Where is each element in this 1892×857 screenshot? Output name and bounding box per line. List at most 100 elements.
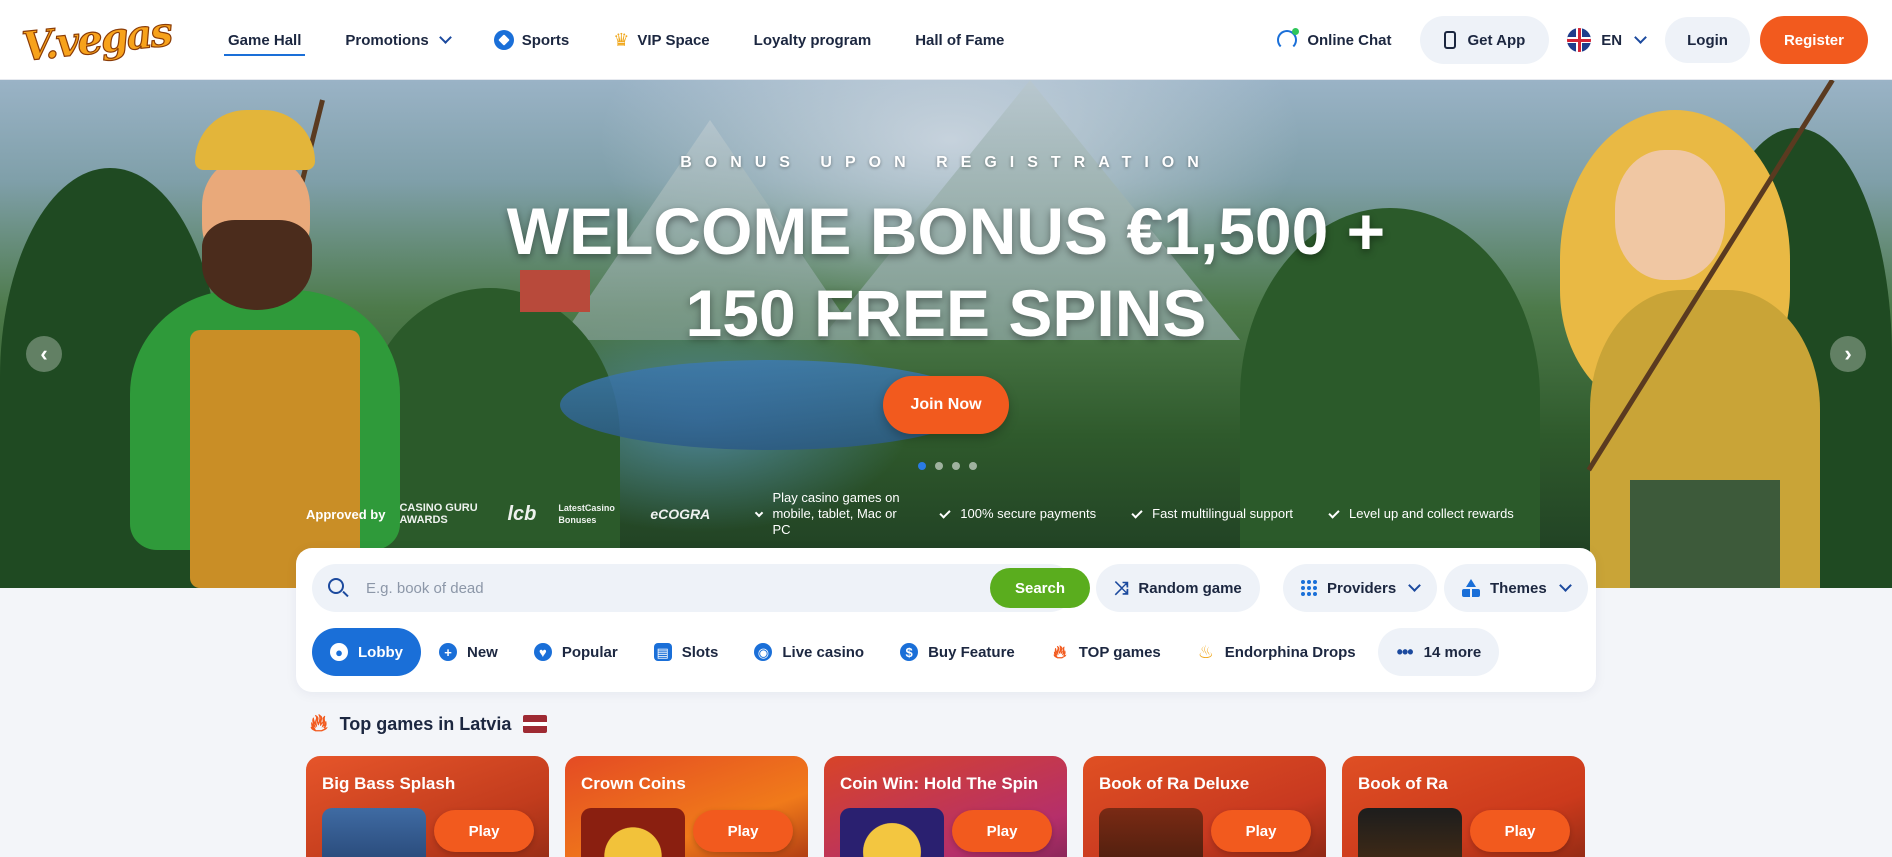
game-thumbnail[interactable] [1358, 808, 1462, 857]
play-button[interactable]: Play [1211, 810, 1311, 852]
carousel-dot[interactable] [969, 462, 977, 470]
drop-icon: ♨ [1197, 642, 1214, 662]
carousel-dot[interactable] [918, 462, 926, 470]
providers-dropdown[interactable]: Providers [1283, 564, 1438, 612]
themes-dropdown[interactable]: Themes [1444, 564, 1588, 612]
random-game-button[interactable]: ⤨ Random game [1096, 564, 1260, 612]
get-app-button[interactable]: Get App [1419, 16, 1550, 64]
feature-text: Play casino games on mobile, tablet, Mac… [772, 490, 900, 537]
phone-icon [1443, 31, 1456, 49]
feature-text: Fast multilingual support [1152, 506, 1294, 521]
join-now-button[interactable]: Join Now [883, 376, 1009, 434]
tab-label: Live casino [782, 643, 865, 661]
game-thumbnail[interactable] [840, 808, 944, 857]
top-games-heading: 🔥︎ Top games in Latvia [310, 708, 548, 740]
tab-popular[interactable]: ♥ Popular [516, 628, 636, 676]
tab-label: Buy Feature [928, 643, 1015, 661]
nav-vip-space[interactable]: ♛ VIP Space [609, 0, 713, 80]
game-title: Coin Win: Hold The Spin [840, 774, 1039, 793]
latestcasinobonuses-logo: LatestCasino Bonuses [558, 503, 615, 525]
search-button-label: Search [1014, 579, 1066, 597]
tab-slots[interactable]: ▤ Slots [636, 628, 737, 676]
ecogra-logo: eCOGRA [650, 506, 711, 522]
game-card[interactable]: Book of Ra Play [1342, 756, 1585, 857]
uk-flag-icon [1567, 28, 1592, 52]
tab-buy-feature[interactable]: $ Buy Feature [882, 628, 1033, 676]
nav-promotions-label: Promotions [345, 31, 429, 49]
nav-vip-label: VIP Space [637, 31, 710, 49]
crown-icon: ♛ [613, 29, 630, 50]
headset-icon [1277, 28, 1300, 50]
play-button[interactable]: Play [693, 810, 793, 852]
top-games-row: Big Bass Splash Play Crown Coins Play Co… [306, 756, 1585, 857]
hero-banner: BONUS UPON REGISTRATION WELCOME BONUS €1… [0, 80, 1892, 588]
flame-icon: 🔥︎ [1053, 642, 1067, 662]
game-card[interactable]: Big Bass Splash Play [306, 756, 549, 857]
tab-live-casino[interactable]: ◉ Live casino [736, 628, 882, 676]
feature-item: 100% secure payments [939, 506, 1097, 522]
language-selector[interactable]: EN [1567, 28, 1648, 52]
nav-promotions[interactable]: Promotions [341, 0, 453, 80]
game-thumbnail[interactable] [322, 808, 426, 857]
tab-endorphina-drops[interactable]: ♨ Endorphina Drops [1179, 628, 1374, 676]
search-button[interactable]: Search [990, 568, 1090, 608]
trust-badges-row: Approved by CASINO GURU AWARDS lcb Lates… [306, 490, 1514, 537]
category-tabs: ● Lobby + New ♥ Popular ▤ Slots ◉ Live c… [312, 628, 1500, 676]
register-button[interactable]: Register [1759, 16, 1868, 64]
slot-machine-icon: ▤ [653, 643, 672, 661]
carousel-prev-arrow-icon[interactable]: ‹ [26, 336, 62, 372]
chevron-down-icon [1558, 579, 1572, 592]
tab-label: New [467, 643, 498, 661]
tab-top-games[interactable]: 🔥︎ TOP games [1033, 628, 1179, 676]
chevron-down-icon [438, 31, 452, 44]
checkmark-icon [1131, 506, 1143, 519]
tab-label: 14 more [1423, 643, 1482, 661]
game-thumbnail[interactable] [581, 808, 685, 857]
game-title: Crown Coins [581, 774, 686, 793]
more-dots-icon: ••• [1396, 642, 1414, 662]
login-button[interactable]: Login [1665, 17, 1750, 63]
game-title: Book of Ra Deluxe [1099, 774, 1250, 793]
site-logo[interactable]: V.vegas [19, 8, 173, 72]
feature-item: Level up and collect rewards [1328, 506, 1514, 522]
nav-sports-label: Sports [521, 31, 570, 49]
play-button[interactable]: Play [952, 810, 1052, 852]
play-button[interactable]: Play [434, 810, 534, 852]
game-card[interactable]: Book of Ra Deluxe Play [1083, 756, 1326, 857]
nav-game-hall[interactable]: Game Hall [224, 0, 306, 80]
carousel-dot[interactable] [952, 462, 960, 470]
tab-label: Endorphina Drops [1224, 643, 1356, 661]
shuffle-icon: ⤨ [1114, 577, 1129, 598]
game-thumbnail[interactable] [1099, 808, 1203, 857]
heart-icon: ♥ [533, 643, 552, 661]
nav-sports[interactable]: Sports [490, 0, 574, 80]
latvia-flag-icon [523, 715, 548, 733]
live-icon: ◉ [754, 643, 773, 661]
dollar-icon: $ [900, 643, 919, 661]
providers-label: Providers [1327, 579, 1397, 597]
play-button[interactable]: Play [1470, 810, 1570, 852]
chevron-down-icon [1408, 579, 1422, 592]
login-label: Login [1687, 31, 1728, 49]
nav-loyalty-program[interactable]: Loyalty program [750, 0, 876, 80]
logo-text: V.vegas [19, 8, 174, 72]
feature-item: Play casino games on mobile, tablet, Mac… [755, 490, 916, 538]
game-card[interactable]: Crown Coins Play [565, 756, 808, 857]
tab-more[interactable]: ••• 14 more [1377, 628, 1500, 676]
online-chat-link[interactable]: Online Chat [1277, 28, 1392, 50]
game-card[interactable]: Coin Win: Hold The Spin Play [824, 756, 1067, 857]
nav-game-hall-label: Game Hall [228, 31, 302, 49]
feature-item: Fast multilingual support [1131, 506, 1294, 522]
nav-hall-of-fame[interactable]: Hall of Fame [911, 0, 1008, 80]
get-app-label: Get App [1467, 31, 1526, 49]
carousel-next-arrow-icon[interactable]: › [1830, 336, 1866, 372]
search-box: Search [312, 564, 1090, 612]
feature-text: 100% secure payments [960, 506, 1097, 521]
soccer-ball-icon [493, 30, 514, 50]
carousel-dot[interactable] [935, 462, 943, 470]
tab-new[interactable]: + New [421, 628, 516, 676]
search-input[interactable] [366, 564, 926, 612]
chevron-down-icon [1634, 31, 1648, 44]
tab-label: Popular [561, 643, 618, 661]
tab-lobby[interactable]: ● Lobby [312, 628, 421, 676]
